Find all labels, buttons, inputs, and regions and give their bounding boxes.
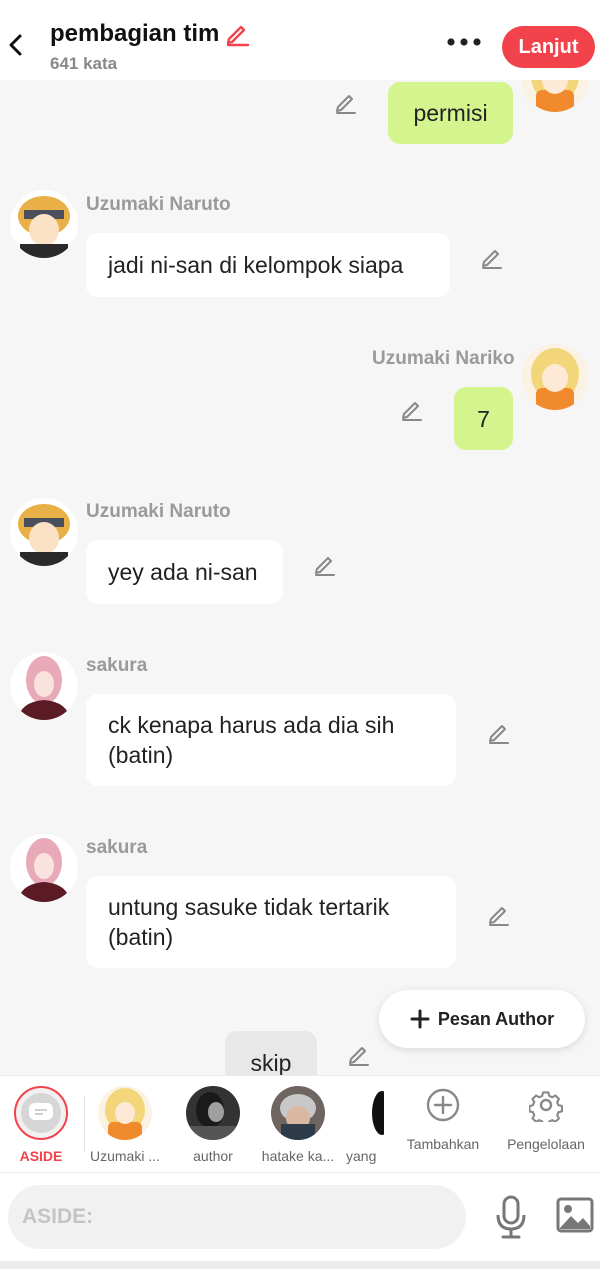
character-author[interactable]: author xyxy=(184,1086,242,1164)
avatar-naruto[interactable] xyxy=(10,498,78,566)
character-avatar xyxy=(98,1086,152,1140)
character-uzumaki[interactable]: Uzumaki ... xyxy=(90,1086,160,1164)
avatar-nariko[interactable] xyxy=(522,344,588,410)
manage-label: Pengelolaan xyxy=(507,1136,585,1152)
gear-icon xyxy=(529,1091,563,1122)
author-message-label: Pesan Author xyxy=(437,1008,555,1029)
sender-name: Uzumaki Naruto xyxy=(86,501,231,522)
word-count: 641 kata xyxy=(50,54,118,73)
next-button[interactable]: Lanjut xyxy=(502,26,595,68)
avatar-nariko[interactable] xyxy=(522,80,588,112)
message-text: yey ada ni-san xyxy=(108,559,258,585)
chat-bubble-icon xyxy=(29,1103,53,1120)
character-aside[interactable]: ASIDE xyxy=(13,1086,69,1164)
character-selector: ASIDE Uzumaki ... author hatake ka... ya… xyxy=(0,1075,600,1173)
character-yang[interactable]: yang xyxy=(344,1086,384,1164)
message-text: 7 xyxy=(477,405,490,432)
message-bubble[interactable]: 7 xyxy=(454,387,513,450)
bottom-edge xyxy=(0,1261,600,1269)
divider xyxy=(84,1096,85,1152)
back-arrow-icon[interactable] xyxy=(4,30,28,60)
message-text: permisi xyxy=(413,100,488,126)
message-text: skip xyxy=(250,1050,292,1075)
character-hatake[interactable]: hatake ka... xyxy=(260,1086,336,1164)
plus-icon xyxy=(410,1009,430,1029)
sender-name: sakura xyxy=(86,837,148,858)
character-avatar xyxy=(352,1086,384,1140)
add-circle-icon xyxy=(426,1088,460,1122)
edit-message-icon[interactable] xyxy=(333,89,359,115)
sender-name: Uzumaki Naruto xyxy=(86,194,231,215)
title-block: pembagian tim 641 kata xyxy=(50,20,251,74)
sender-name: sakura xyxy=(86,655,148,676)
edit-message-icon[interactable] xyxy=(486,901,512,927)
message-text: ck kenapa harus ada dia sih (batin) xyxy=(108,712,395,768)
message-bubble[interactable]: untung sasuke tidak tertarik (batin) xyxy=(86,876,456,968)
edit-message-icon[interactable] xyxy=(399,396,425,422)
edit-title-icon[interactable] xyxy=(223,19,251,47)
message-text: untung sasuke tidak tertarik (batin) xyxy=(108,894,390,950)
sender-name: Uzumaki Nariko xyxy=(372,348,515,369)
edit-message-icon[interactable] xyxy=(346,1041,372,1067)
character-label: ASIDE xyxy=(19,1148,63,1164)
manage-button[interactable]: Pengelolaan xyxy=(504,1088,588,1152)
character-label: author xyxy=(193,1148,233,1164)
message-bubble[interactable]: yey ada ni-san xyxy=(86,540,283,604)
story-title: pembagian tim xyxy=(50,20,220,47)
more-options-icon[interactable] xyxy=(446,34,482,50)
top-bar: pembagian tim 641 kata Lanjut xyxy=(0,0,600,80)
chat-area[interactable]: permisi Uzumaki Naruto jadi ni-san di ke… xyxy=(0,80,600,1075)
message-input[interactable] xyxy=(8,1185,466,1249)
author-message-button[interactable]: Pesan Author xyxy=(379,990,585,1048)
character-avatar xyxy=(186,1086,240,1140)
avatar-sakura[interactable] xyxy=(10,834,78,902)
avatar-naruto[interactable] xyxy=(10,190,78,258)
add-label: Tambahkan xyxy=(406,1136,480,1152)
narration-bubble[interactable]: skip xyxy=(225,1031,317,1075)
microphone-icon[interactable] xyxy=(494,1195,528,1239)
edit-message-icon[interactable] xyxy=(312,551,338,577)
character-avatar xyxy=(271,1086,325,1140)
message-bubble[interactable]: permisi xyxy=(388,82,513,144)
aside-avatar xyxy=(14,1086,68,1140)
character-label: Uzumaki ... xyxy=(90,1148,161,1164)
message-bubble[interactable]: jadi ni-san di kelompok siapa xyxy=(86,233,450,297)
character-label: yang xyxy=(346,1148,377,1164)
character-label: hatake ka... xyxy=(261,1148,335,1164)
add-character-button[interactable]: Tambahkan xyxy=(400,1088,486,1152)
message-text: jadi ni-san di kelompok siapa xyxy=(108,252,404,278)
image-icon[interactable] xyxy=(556,1197,594,1233)
edit-message-icon[interactable] xyxy=(479,244,505,270)
avatar-sakura[interactable] xyxy=(10,652,78,720)
composer xyxy=(0,1173,600,1261)
message-bubble[interactable]: ck kenapa harus ada dia sih (batin) xyxy=(86,694,456,786)
edit-message-icon[interactable] xyxy=(486,719,512,745)
